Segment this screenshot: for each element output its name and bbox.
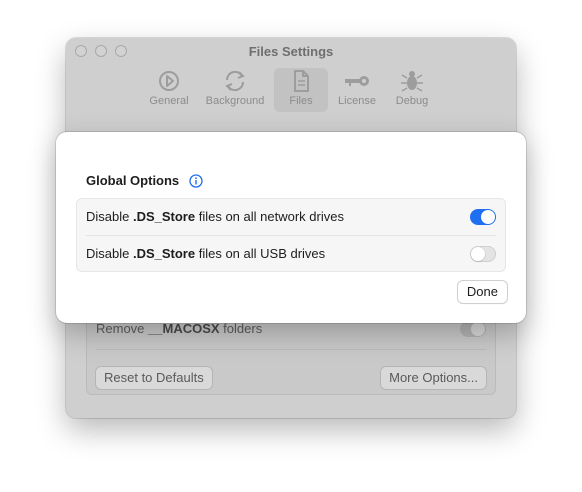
tab-background[interactable]: Background (202, 68, 268, 112)
more-options-button[interactable]: More Options... (381, 367, 486, 389)
global-options-sheet: Global Options Disable .DS_Store files o… (56, 132, 526, 323)
remove-macosx-toggle[interactable] (460, 321, 486, 337)
tab-license[interactable]: License (334, 68, 380, 112)
bug-icon (401, 71, 423, 92)
key-icon (345, 76, 369, 86)
window-title: Files Settings (248, 44, 334, 59)
refresh-icon (225, 70, 245, 92)
tab-license-label: License (338, 95, 376, 107)
settings-toolbar: General Background Files License Debug (66, 66, 516, 114)
usb-drives-toggle[interactable] (470, 246, 496, 262)
done-button[interactable]: Done (457, 281, 507, 303)
option-network-drives: Disable .DS_Store files on all network d… (86, 199, 496, 235)
tab-background-label: Background (205, 95, 265, 107)
gauge-icon (159, 71, 179, 91)
tab-general-label: General (149, 95, 189, 107)
option-network-drives-label: Disable .DS_Store files on all network d… (86, 209, 344, 224)
document-icon (294, 70, 309, 92)
tab-files-label: Files (289, 95, 313, 107)
tab-debug-label: Debug (395, 95, 429, 107)
tab-files[interactable]: Files (274, 68, 328, 112)
reset-to-defaults-button[interactable]: Reset to Defaults (96, 367, 212, 389)
group-title: Global Options (86, 173, 180, 188)
option-usb-drives: Disable .DS_Store files on all USB drive… (86, 236, 496, 272)
tab-debug[interactable]: Debug (390, 68, 434, 112)
title-bar: Files Settings (66, 38, 516, 66)
options-group: Disable .DS_Store files on all network d… (76, 198, 506, 272)
tab-general[interactable]: General (146, 68, 192, 112)
divider (96, 349, 486, 350)
remove-macosx-label: Remove __MACOSX folders (96, 321, 263, 336)
network-drives-toggle[interactable] (470, 209, 496, 225)
option-usb-drives-label: Disable .DS_Store files on all USB drive… (86, 246, 326, 261)
info-icon[interactable] (189, 174, 203, 188)
